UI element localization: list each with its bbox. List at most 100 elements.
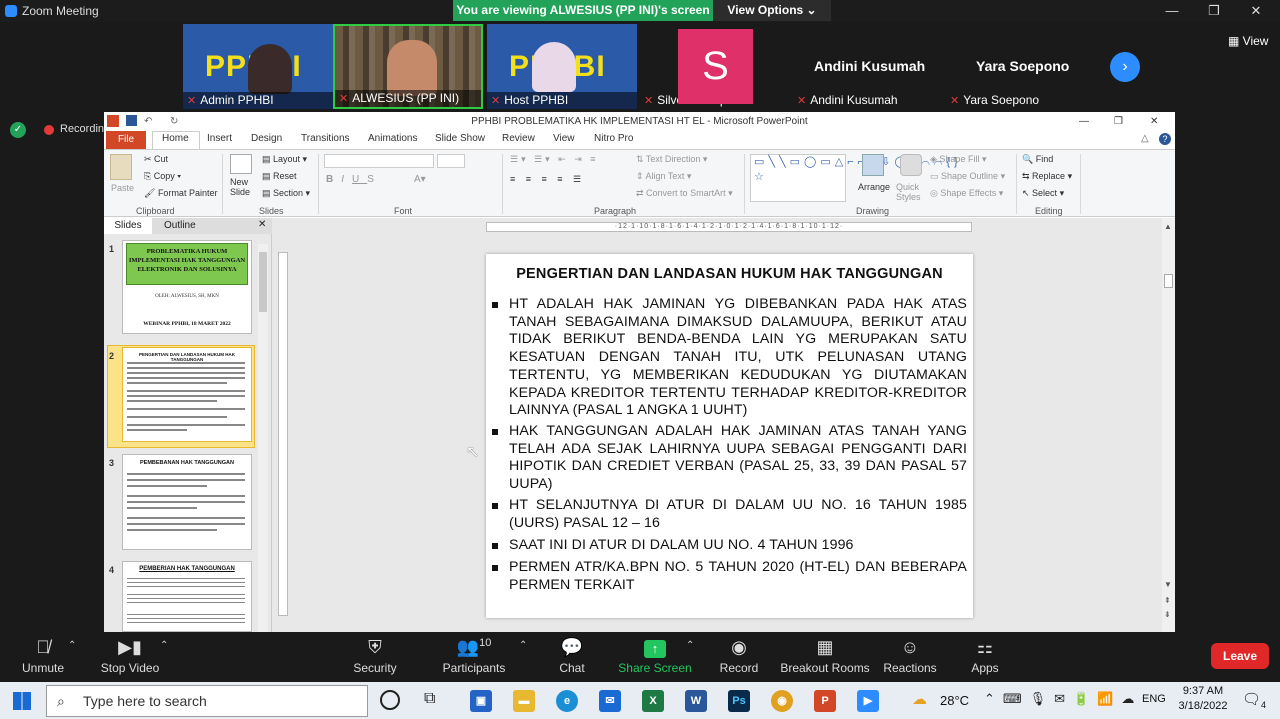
edge-icon[interactable]: e <box>556 690 578 712</box>
tab-home[interactable]: Home <box>162 133 189 144</box>
store-icon[interactable]: ▣ <box>470 690 492 712</box>
font-size-select[interactable] <box>437 154 465 168</box>
ppt-minimize-icon[interactable]: — <box>1079 112 1089 131</box>
input-language[interactable]: ENG <box>1142 693 1166 705</box>
tab-view[interactable]: View <box>553 133 575 144</box>
minimize-icon[interactable]: — <box>1152 0 1192 22</box>
current-slide[interactable]: PENGERTIAN DAN LANDASAN HUKUM HAK TANGGU… <box>486 254 973 618</box>
shape-outline-button[interactable]: ▭ Shape Outline ▾ <box>930 171 1005 182</box>
convert-smartart-button[interactable]: ⇄ Convert to SmartArt ▾ <box>636 188 733 199</box>
shape-effects-button[interactable]: ◎ Shape Effects ▾ <box>930 188 1003 199</box>
new-slide-icon[interactable] <box>230 154 252 174</box>
view-button[interactable]: ▦ View <box>1228 34 1268 48</box>
select-button[interactable]: ↖ Select ▾ <box>1022 188 1064 199</box>
align-text-button[interactable]: ⇕ Align Text ▾ <box>636 171 691 182</box>
scroll-down-icon[interactable]: ▼ <box>1164 580 1172 589</box>
bullets-icon[interactable]: ☰▾ ☰▾ ⇤ ⇥ ≡ <box>510 154 599 165</box>
tab-transitions[interactable]: Transitions <box>301 133 350 144</box>
view-options-button[interactable]: View Options ⌄ <box>713 0 831 21</box>
quick-styles-icon[interactable] <box>900 154 922 176</box>
system-tray-icons[interactable]: ⌃⌨🎙✉🔋📶☁ <box>984 691 1142 707</box>
section-button[interactable]: ▤ Section ▾ <box>262 188 310 199</box>
windows-start-icon[interactable] <box>13 692 31 710</box>
panel-scroll-thumb[interactable] <box>259 252 267 312</box>
notifications-icon[interactable]: 🗨4 <box>1242 690 1266 710</box>
canvas-scrollbar[interactable]: ▲ ▼ ⇞ ⇟ <box>1162 218 1175 632</box>
participants-chevron-icon[interactable]: ⌃ <box>519 640 527 651</box>
help-icon[interactable]: ? <box>1159 133 1171 145</box>
replace-button[interactable]: ⇆ Replace ▾ <box>1022 171 1072 182</box>
participants-button[interactable]: 👥10 Participants <box>434 637 514 675</box>
arrange-icon[interactable] <box>862 154 884 176</box>
undo-icon[interactable]: ↶ <box>144 112 152 131</box>
text-direction-button[interactable]: ⇅ Text Direction ▾ <box>636 154 707 165</box>
video-tile[interactable]: PPHBI ✕Admin PPHBI <box>183 24 333 109</box>
tab-review[interactable]: Review <box>502 133 535 144</box>
audio-options-chevron-icon[interactable]: ⌃ <box>68 640 76 651</box>
tab-slides[interactable]: Slides <box>104 218 152 234</box>
previous-slide-icon[interactable]: ⇞ <box>1164 596 1171 605</box>
copy-button[interactable]: ⎘ Copy ▾ <box>144 171 181 182</box>
tab-design[interactable]: Design <box>251 133 282 144</box>
chrome-icon[interactable]: ◉ <box>771 690 793 712</box>
ppt-restore-icon[interactable]: ❐ <box>1114 112 1123 131</box>
tab-insert[interactable]: Insert <box>207 133 232 144</box>
active-speaker-tile[interactable]: ✕ ALWESIUS (PP INI) <box>333 24 483 109</box>
format-painter-button[interactable]: 🖌 Format Painter <box>144 188 217 199</box>
shapes-gallery[interactable]: ▭╲╲▭◯▭△⌐⌐⇨⇩◯⤷⌒⌒{}☆ <box>750 154 958 202</box>
panel-scrollbar[interactable] <box>258 244 268 632</box>
task-view-icon[interactable]: ⧉ <box>424 690 435 708</box>
word-icon[interactable]: W <box>685 690 707 712</box>
record-button[interactable]: ◉ Record <box>699 637 779 675</box>
powerpoint-taskbar-icon[interactable]: P <box>814 690 836 712</box>
security-button[interactable]: ⛨ Security <box>335 637 415 675</box>
breakout-rooms-button[interactable]: ▦ Breakout Rooms <box>780 637 870 675</box>
redo-icon[interactable]: ↻ <box>170 112 178 131</box>
collapse-ribbon-icon[interactable]: △ <box>1141 133 1149 144</box>
slide-thumbnail[interactable]: PEMBERIAN HAK TANGGUNGAN <box>122 561 252 632</box>
stop-video-button[interactable]: ▶▮ Stop Video <box>90 637 170 675</box>
tab-file[interactable]: File <box>106 131 146 149</box>
video-tile[interactable]: PPHBI ✕Host PPHBI <box>487 24 637 109</box>
tab-slide-show[interactable]: Slide Show <box>435 133 485 144</box>
chat-button[interactable]: 💬 Chat <box>532 637 612 675</box>
slide-thumbnail[interactable]: PROBLEMATIKA HUKUM IMPLEMENTASI HAK TANG… <box>122 240 252 334</box>
close-icon[interactable]: ✕ <box>1236 0 1276 22</box>
scroll-up-icon[interactable]: ▲ <box>1164 222 1172 231</box>
cut-button[interactable]: ✂ Cut <box>144 154 168 165</box>
font-color-icon[interactable]: A▾ <box>414 174 426 185</box>
font-format-buttons[interactable]: BIUS <box>326 174 382 185</box>
file-explorer-icon[interactable]: ▬ <box>513 690 535 712</box>
taskbar-clock[interactable]: 9:37 AM 3/18/2022 <box>1172 684 1234 714</box>
ppt-close-icon[interactable]: ✕ <box>1150 112 1158 131</box>
find-button[interactable]: 🔍 Find <box>1022 154 1053 165</box>
align-icons[interactable]: ≡ ≡ ≡ ≡ ☰ <box>510 174 585 185</box>
new-slide-button[interactable]: New Slide <box>230 177 258 197</box>
tab-animations[interactable]: Animations <box>368 133 417 144</box>
share-options-chevron-icon[interactable]: ⌃ <box>686 640 694 651</box>
slide-thumbnail[interactable]: PEMBEBANAN HAK TANGGUNGAN <box>122 454 252 550</box>
excel-icon[interactable]: X <box>642 690 664 712</box>
font-name-select[interactable] <box>324 154 434 168</box>
video-options-chevron-icon[interactable]: ⌃ <box>160 640 168 651</box>
close-panel-icon[interactable]: ✕ <box>258 219 266 230</box>
tab-nitro-pro[interactable]: Nitro Pro <box>594 133 633 144</box>
zoom-taskbar-icon[interactable]: ▶ <box>857 690 879 712</box>
next-page-icon[interactable]: › <box>1110 52 1140 82</box>
shape-fill-button[interactable]: ◈ Shape Fill ▾ <box>930 154 986 165</box>
taskbar-search-input[interactable]: ⌕ Type here to search <box>46 685 368 717</box>
slide-thumbnail-selected[interactable]: PENGERTIAN DAN LANDASAN HUKUM HAK TANGGU… <box>122 347 252 442</box>
paste-icon[interactable] <box>110 154 132 180</box>
reactions-button[interactable]: ☺ Reactions <box>870 637 950 675</box>
tab-outline[interactable]: Outline <box>164 220 196 231</box>
photoshop-icon[interactable]: Ps <box>728 690 750 712</box>
cortana-icon[interactable] <box>380 690 400 710</box>
maximize-icon[interactable]: ❐ <box>1194 0 1234 22</box>
reset-button[interactable]: ▤ Reset <box>262 171 297 182</box>
next-slide-icon[interactable]: ⇟ <box>1164 610 1171 619</box>
share-screen-button[interactable]: ↑ Share Screen <box>615 637 695 675</box>
apps-button[interactable]: ⚏ Apps <box>945 637 1025 675</box>
layout-button[interactable]: ▤ Layout ▾ <box>262 154 307 165</box>
save-icon[interactable] <box>126 115 137 126</box>
canvas-scroll-thumb[interactable] <box>1164 274 1173 288</box>
